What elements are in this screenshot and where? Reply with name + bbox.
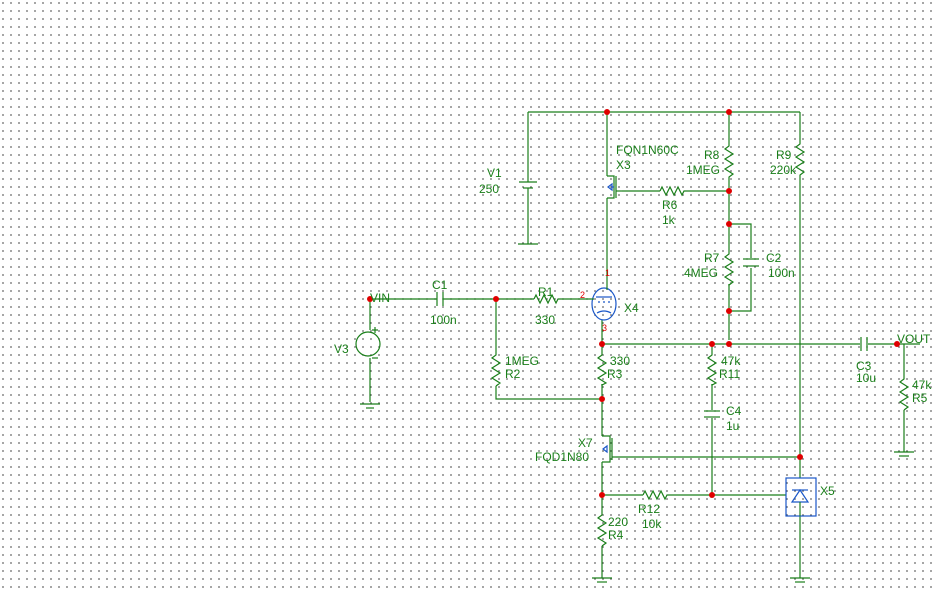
r5-symbol[interactable] <box>898 376 910 411</box>
v1-value: 250 <box>479 182 499 196</box>
v3-ref: V3 <box>334 342 349 356</box>
schematic-canvas[interactable]: VIN VOUT V1 250 V3 C1 100n R1 330 1 2 3 … <box>0 0 936 593</box>
c2-value: 100n <box>768 266 795 280</box>
v1-symbol[interactable] <box>519 181 537 189</box>
ground-x5-icon <box>790 577 810 583</box>
v1-ref: V1 <box>487 166 502 180</box>
r7-value: 4MEG <box>684 266 718 280</box>
r4-symbol[interactable] <box>596 512 608 547</box>
r9-symbol[interactable] <box>794 140 806 180</box>
schematic-svg: VIN VOUT V1 250 V3 C1 100n R1 330 1 2 3 … <box>334 109 932 583</box>
r8-symbol[interactable] <box>723 142 735 180</box>
c3-value: 10u <box>856 371 876 385</box>
r2-value: 1MEG <box>505 354 539 368</box>
r5-value: 47k <box>912 378 932 392</box>
r7-ref: R7 <box>704 251 720 265</box>
r9-ref: R9 <box>776 148 792 162</box>
x3-mosfet-symbol[interactable] <box>607 175 622 199</box>
c1-value: 100n <box>430 313 457 327</box>
r3-symbol[interactable] <box>596 352 608 386</box>
r2-ref: R2 <box>505 367 521 381</box>
r1-ref: R1 <box>538 285 554 299</box>
x4-pin-2: 2 <box>580 290 585 300</box>
r12-symbol[interactable] <box>642 489 669 501</box>
r6-value: 1k <box>662 213 676 227</box>
x7-value: FQD1N80 <box>535 450 589 464</box>
c4-ref: C4 <box>726 404 742 418</box>
r8-value: 1MEG <box>686 163 720 177</box>
r2-symbol[interactable] <box>490 352 502 387</box>
labels: VIN VOUT V1 250 V3 C1 100n R1 330 1 2 3 … <box>334 143 932 542</box>
ground-v3-icon <box>360 403 380 409</box>
ground-r4-icon <box>592 577 612 583</box>
x4-pin-1: 1 <box>605 268 610 278</box>
r3-value: 330 <box>610 354 630 368</box>
r11-symbol[interactable] <box>706 352 718 386</box>
r4-ref: R4 <box>608 528 624 542</box>
x4-ref: X4 <box>624 301 639 315</box>
net-label-vin: VIN <box>370 291 390 305</box>
r12-value: 10k <box>642 517 662 531</box>
r4-value: 220 <box>608 515 628 529</box>
r7-symbol[interactable] <box>723 250 735 287</box>
v3-symbol[interactable] <box>355 327 381 359</box>
c1-symbol[interactable] <box>434 292 446 306</box>
ground-r5-icon <box>894 451 914 457</box>
c4-symbol[interactable] <box>704 410 720 418</box>
r8-ref: R8 <box>704 148 720 162</box>
r6-symbol[interactable] <box>659 185 686 197</box>
c4-value: 1u <box>726 419 739 433</box>
r6-ref: R6 <box>662 198 678 212</box>
x7-ref: X7 <box>578 436 593 450</box>
c2-ref: C2 <box>766 251 782 265</box>
c3-symbol[interactable] <box>860 337 868 351</box>
ground-v1-icon <box>518 242 538 245</box>
r9-value: 220k <box>770 163 797 177</box>
x5-ref: X5 <box>820 484 835 498</box>
net-label-vout: VOUT <box>897 332 931 346</box>
r11-value: 47k <box>721 354 741 368</box>
x4-pin-3: 3 <box>602 323 607 333</box>
r12-ref: R12 <box>638 502 660 516</box>
x3-value: FQN1N60C <box>616 143 679 157</box>
x7-mosfet-symbol[interactable] <box>602 435 616 463</box>
c2-symbol[interactable] <box>743 258 759 267</box>
r3-ref: R3 <box>607 367 623 381</box>
r1-value: 330 <box>535 313 555 327</box>
r5-ref: R5 <box>912 391 928 405</box>
x3-ref: X3 <box>616 158 631 172</box>
x4-tube-symbol[interactable] <box>591 270 617 321</box>
x5-zener-symbol[interactable] <box>785 477 817 517</box>
r11-ref: R11 <box>719 367 740 381</box>
c1-ref: C1 <box>432 278 448 292</box>
